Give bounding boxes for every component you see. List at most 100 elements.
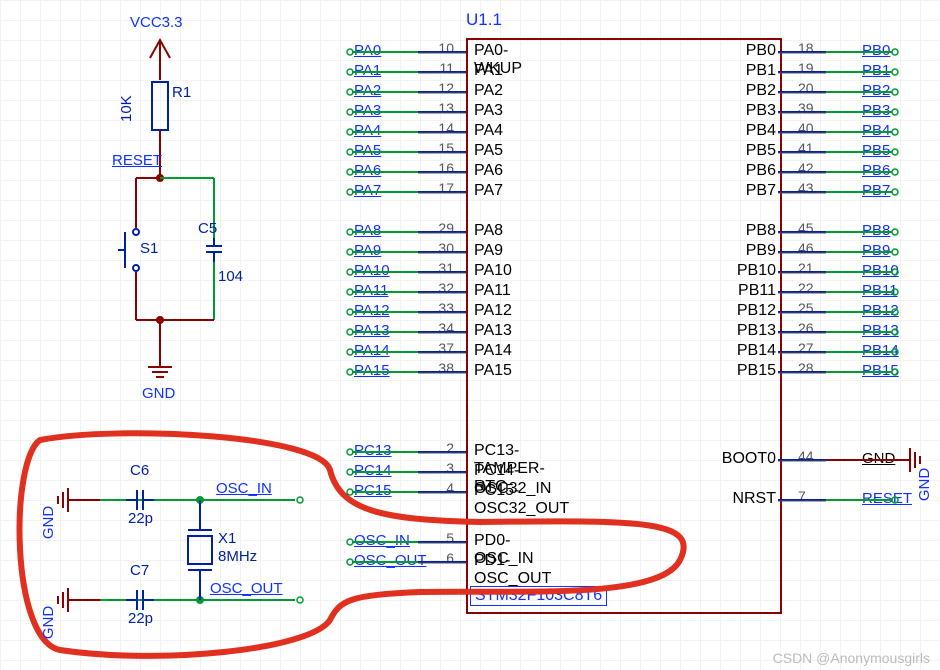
pin-name: PB0: [720, 42, 776, 60]
pin-number: 43: [798, 180, 826, 196]
pin-name: PB9: [720, 242, 776, 260]
pin-name: PB6: [720, 162, 776, 180]
pin-number: 21: [798, 260, 826, 276]
pin-number: 46: [798, 240, 826, 256]
vcc-label: VCC3.3: [130, 14, 183, 31]
net-label: PA14: [354, 342, 390, 359]
pin-number: 31: [426, 260, 454, 276]
net-label: PB5: [862, 142, 890, 159]
gnd-c7: GND: [40, 606, 57, 639]
net-label: PB2: [862, 82, 890, 99]
net-label: PB4: [862, 122, 890, 139]
pin-name: PB13: [720, 322, 776, 340]
pin-number: 22: [798, 280, 826, 296]
pin-name: NRST: [720, 490, 776, 508]
net-label: PB9: [862, 242, 890, 259]
pin-number: 29: [426, 220, 454, 236]
net-label: PA3: [354, 102, 381, 119]
pin-number: 4: [426, 480, 454, 496]
pin-number: 39: [798, 100, 826, 116]
pin-number: 10: [426, 40, 454, 56]
net-label: PA2: [354, 82, 381, 99]
r1-val: 10K: [118, 95, 135, 122]
c6-des: C6: [130, 462, 149, 479]
pin-name: PA11: [474, 282, 511, 300]
pin-name: PA15: [474, 362, 512, 380]
net-label: PB1: [862, 62, 890, 79]
gnd-label: GND: [142, 385, 175, 402]
net-label: GND: [862, 450, 895, 467]
reset-net: RESET: [112, 152, 162, 169]
net-label: PB0: [862, 42, 890, 59]
part-number: STM32F103C8T6: [470, 586, 607, 606]
net-label: PC14: [354, 462, 392, 479]
net-label: PA15: [354, 362, 390, 379]
pin-name: PA14: [474, 342, 512, 360]
pin-number: 5: [426, 530, 454, 546]
pin-number: 25: [798, 300, 826, 316]
pin-name: PB1: [720, 62, 776, 80]
pin-number: 6: [426, 550, 454, 566]
oscin-net: OSC_IN: [216, 480, 272, 497]
pin-name: PA2: [474, 82, 503, 100]
pin-number: 44: [798, 448, 826, 464]
net-label: PB12: [862, 302, 899, 319]
net-label: PA11: [354, 282, 388, 299]
pin-number: 7: [798, 488, 826, 504]
c7-val: 22p: [128, 610, 153, 627]
pin-name: PB2: [720, 82, 776, 100]
pin-name: PB11: [720, 282, 776, 300]
pin-name: PB5: [720, 142, 776, 160]
net-label: PA13: [354, 322, 390, 339]
pin-number: 15: [426, 140, 454, 156]
pin-number: 14: [426, 120, 454, 136]
pin-name: PB15: [720, 362, 776, 380]
pin-number: 40: [798, 120, 826, 136]
c5-des: C5: [198, 220, 217, 237]
net-label: PA5: [354, 142, 381, 159]
c6-val: 22p: [128, 510, 153, 527]
pin-number: 16: [426, 160, 454, 176]
gnd-c6: GND: [40, 506, 57, 539]
pin-name: PC15-OSC32_OUT: [474, 482, 569, 518]
net-label: PA4: [354, 122, 381, 139]
pin-name: PB14: [720, 342, 776, 360]
pin-name: PA9: [474, 242, 503, 260]
net-label: PA7: [354, 182, 381, 199]
pin-number: 3: [426, 460, 454, 476]
pin-name: PB4: [720, 122, 776, 140]
net-label: PC13: [354, 442, 392, 459]
net-label: PA1: [354, 62, 381, 79]
pin-number: 42: [798, 160, 826, 176]
net-label: PC15: [354, 482, 392, 499]
c5-val: 104: [218, 268, 243, 285]
pin-number: 27: [798, 340, 826, 356]
net-label: PA12: [354, 302, 390, 319]
pin-name: PB7: [720, 182, 776, 200]
pin-number: 26: [798, 320, 826, 336]
pin-number: 11: [426, 60, 454, 76]
net-label: PA8: [354, 222, 381, 239]
x1-val: 8MHz: [218, 548, 257, 565]
pin-number: 13: [426, 100, 454, 116]
net-label: OSC_IN: [354, 532, 410, 549]
pin-number: 17: [426, 180, 454, 196]
pin-number: 38: [426, 360, 454, 376]
net-label: PB14: [862, 342, 899, 359]
boot0-gnd-label: GND: [916, 468, 933, 501]
designator: U1.1: [466, 10, 502, 30]
oscout-net: OSC_OUT: [210, 580, 283, 597]
pin-number: 28: [798, 360, 826, 376]
net-label: PB10: [862, 262, 899, 279]
pin-number: 19: [798, 60, 826, 76]
pin-number: 30: [426, 240, 454, 256]
pin-number: 33: [426, 300, 454, 316]
pin-name: PA3: [474, 102, 503, 120]
net-label: PB15: [862, 362, 899, 379]
net-label: RESET: [862, 490, 912, 507]
pin-name: PA12: [474, 302, 512, 320]
pin-name: PA10: [474, 262, 512, 280]
pin-name: PB3: [720, 102, 776, 120]
pin-name: PA13: [474, 322, 512, 340]
pin-name: PA5: [474, 142, 503, 160]
